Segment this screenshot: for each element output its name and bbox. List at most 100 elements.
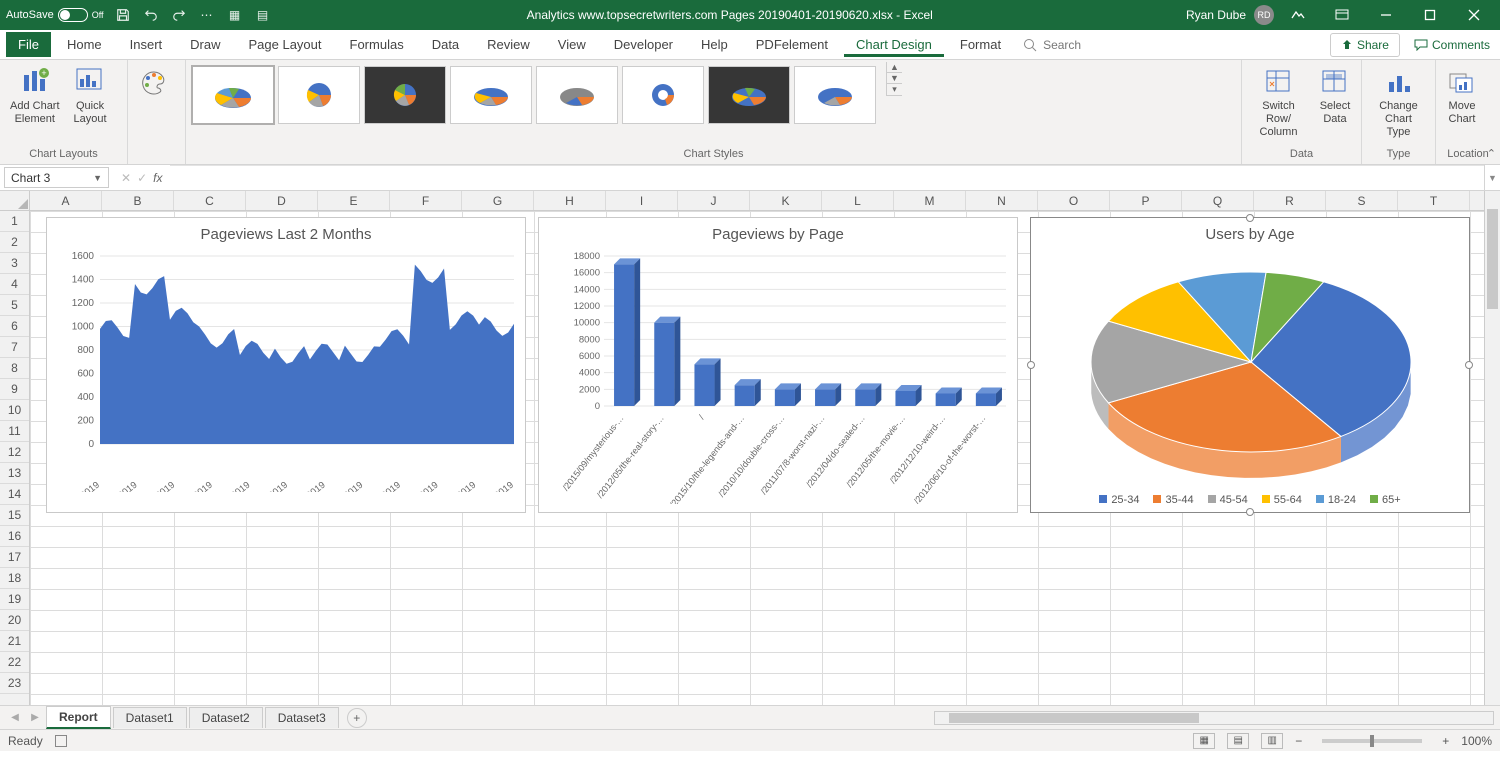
cells-area[interactable]: Pageviews Last 2 Months 0200400600800100… xyxy=(30,211,1484,705)
vertical-scrollbar[interactable] xyxy=(1484,191,1500,705)
row-header[interactable]: 4 xyxy=(0,274,29,295)
tab-data[interactable]: Data xyxy=(420,32,471,57)
tab-view[interactable]: View xyxy=(546,32,598,57)
collapse-ribbon-icon[interactable]: ⌃ xyxy=(1487,147,1496,160)
tab-insert[interactable]: Insert xyxy=(118,32,175,57)
qat-icon-1[interactable]: ⋯ xyxy=(196,4,218,26)
col-header[interactable]: T xyxy=(1398,191,1470,210)
resize-handle[interactable] xyxy=(1027,361,1035,369)
row-header[interactable]: 15 xyxy=(0,505,29,526)
row-header[interactable]: 11 xyxy=(0,421,29,442)
move-chart-button[interactable]: Move Chart xyxy=(1442,64,1482,128)
add-chart-element-button[interactable]: + Add Chart Element xyxy=(6,64,64,128)
chart-style-6[interactable] xyxy=(622,66,704,124)
row-header[interactable]: 16 xyxy=(0,526,29,547)
zoom-in-button[interactable]: + xyxy=(1442,734,1449,748)
zoom-level[interactable]: 100% xyxy=(1461,734,1492,748)
tab-help[interactable]: Help xyxy=(689,32,740,57)
user-avatar[interactable]: RD xyxy=(1254,5,1274,25)
row-header[interactable]: 20 xyxy=(0,610,29,631)
row-header[interactable]: 17 xyxy=(0,547,29,568)
col-header[interactable]: S xyxy=(1326,191,1398,210)
view-normal-icon[interactable]: ▦ xyxy=(1193,733,1215,749)
col-header[interactable]: L xyxy=(822,191,894,210)
row-header[interactable]: 7 xyxy=(0,337,29,358)
view-page-layout-icon[interactable]: ▤ xyxy=(1227,733,1249,749)
col-header[interactable]: N xyxy=(966,191,1038,210)
row-header[interactable]: 10 xyxy=(0,400,29,421)
col-header[interactable]: C xyxy=(174,191,246,210)
autosave-toggle[interactable]: AutoSave Off xyxy=(6,8,104,22)
chart-style-7[interactable] xyxy=(708,66,790,124)
fx-icon[interactable]: fx xyxy=(153,171,162,185)
col-header[interactable]: H xyxy=(534,191,606,210)
chart-users-by-age[interactable]: Users by Age 25-3435-4445-5455-6418-2465… xyxy=(1030,217,1470,513)
tab-file[interactable]: File xyxy=(6,32,51,57)
formula-enter-icon[interactable]: ✓ xyxy=(137,171,147,185)
tab-draw[interactable]: Draw xyxy=(178,32,232,57)
col-header[interactable]: F xyxy=(390,191,462,210)
change-chart-type-button[interactable]: Change Chart Type xyxy=(1368,64,1429,142)
chart-style-2[interactable] xyxy=(278,66,360,124)
sheet-tab-dataset3[interactable]: Dataset3 xyxy=(265,707,339,728)
chart-style-8[interactable] xyxy=(794,66,876,124)
row-header[interactable]: 22 xyxy=(0,652,29,673)
ribbon-mode-icon[interactable] xyxy=(1278,2,1318,28)
tab-pdfelement[interactable]: PDFelement xyxy=(744,32,840,57)
tab-chart-design[interactable]: Chart Design xyxy=(844,32,944,57)
col-header[interactable]: I xyxy=(606,191,678,210)
redo-icon[interactable] xyxy=(168,4,190,26)
share-button[interactable]: Share xyxy=(1330,33,1400,57)
chart-pageviews-last-2-months[interactable]: Pageviews Last 2 Months 0200400600800100… xyxy=(46,217,526,513)
row-header[interactable]: 3 xyxy=(0,253,29,274)
row-header[interactable]: 8 xyxy=(0,358,29,379)
gallery-scroll[interactable]: ▲▼▾ xyxy=(886,62,902,96)
tell-me-search[interactable]: Search xyxy=(1017,36,1087,54)
tab-developer[interactable]: Developer xyxy=(602,32,685,57)
col-header[interactable]: O xyxy=(1038,191,1110,210)
col-header[interactable]: G xyxy=(462,191,534,210)
spreadsheet-grid[interactable]: ABCDEFGHIJKLMNOPQRST 1234567891011121314… xyxy=(0,191,1500,705)
autosave-pill[interactable] xyxy=(58,8,88,22)
resize-handle[interactable] xyxy=(1246,508,1254,516)
horizontal-scrollbar[interactable] xyxy=(934,711,1494,725)
qat-icon-3[interactable]: ▤ xyxy=(252,4,274,26)
resize-handle[interactable] xyxy=(1246,214,1254,222)
chart-style-3[interactable] xyxy=(364,66,446,124)
macro-record-icon[interactable] xyxy=(55,735,67,747)
col-header[interactable]: P xyxy=(1110,191,1182,210)
col-header[interactable]: R xyxy=(1254,191,1326,210)
chart-style-1[interactable] xyxy=(192,66,274,124)
chart-style-5[interactable] xyxy=(536,66,618,124)
change-colors-button[interactable] xyxy=(134,64,174,102)
select-all-corner[interactable] xyxy=(0,191,30,210)
tab-format[interactable]: Format xyxy=(948,32,1013,57)
sheet-tab-report[interactable]: Report xyxy=(46,706,111,729)
name-box[interactable]: Chart 3▼ xyxy=(4,167,109,188)
select-data-button[interactable]: Select Data xyxy=(1315,64,1355,128)
add-sheet-button[interactable]: + xyxy=(347,708,367,728)
comments-button[interactable]: Comments xyxy=(1404,34,1500,56)
formula-input[interactable] xyxy=(170,165,1484,190)
row-header[interactable]: 21 xyxy=(0,631,29,652)
col-header[interactable]: K xyxy=(750,191,822,210)
tab-review[interactable]: Review xyxy=(475,32,542,57)
formula-cancel-icon[interactable]: ✕ xyxy=(121,171,131,185)
col-header[interactable]: Q xyxy=(1182,191,1254,210)
row-header[interactable]: 5 xyxy=(0,295,29,316)
quick-layout-button[interactable]: Quick Layout xyxy=(70,64,111,128)
sheet-nav-prev-icon[interactable]: ◀ xyxy=(6,712,24,723)
col-header[interactable]: B xyxy=(102,191,174,210)
zoom-out-button[interactable]: − xyxy=(1295,734,1302,748)
maximize-button[interactable] xyxy=(1410,2,1450,28)
ribbon-display-icon[interactable] xyxy=(1322,2,1362,28)
tab-page-layout[interactable]: Page Layout xyxy=(237,32,334,57)
zoom-slider[interactable] xyxy=(1322,739,1422,743)
close-button[interactable] xyxy=(1454,2,1494,28)
row-header[interactable]: 2 xyxy=(0,232,29,253)
row-header[interactable]: 1 xyxy=(0,211,29,232)
col-header[interactable]: M xyxy=(894,191,966,210)
user-name[interactable]: Ryan Dube xyxy=(1186,8,1246,22)
row-header[interactable]: 9 xyxy=(0,379,29,400)
tab-formulas[interactable]: Formulas xyxy=(338,32,416,57)
